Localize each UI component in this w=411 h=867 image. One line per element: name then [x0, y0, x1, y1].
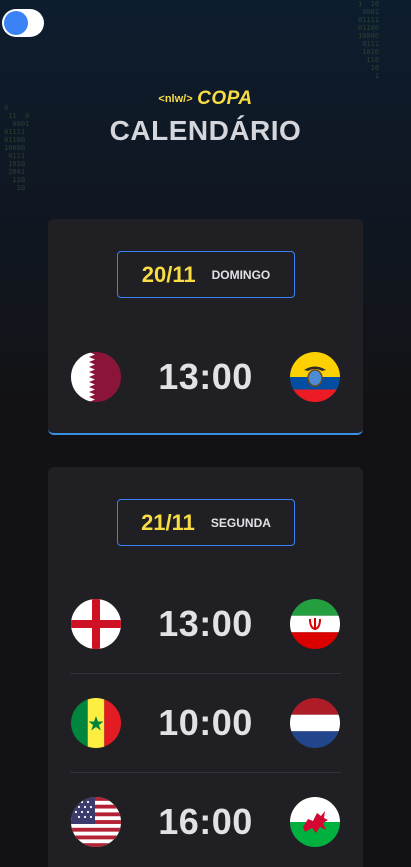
match-time: 10:00 — [158, 702, 253, 743]
ecuador-flag-icon — [289, 351, 340, 402]
netherlands-flag-icon — [289, 698, 340, 748]
england-flag-icon — [71, 598, 121, 649]
match-row: 13:00 — [70, 327, 341, 426]
match-row: 10:00 — [70, 673, 341, 772]
iran-flag-icon — [289, 598, 340, 649]
match-row: 13:00 — [70, 574, 341, 673]
match-row: 16:00 — [70, 772, 341, 867]
toggle-knob[interactable] — [4, 11, 28, 35]
date-box: 20/11 DOMINGO — [117, 251, 295, 298]
usa-flag-icon — [71, 797, 121, 847]
logo: <nlw/> COPA — [0, 88, 411, 110]
day-date: 20/11 — [141, 261, 196, 287]
match-time: 13:00 — [158, 355, 253, 397]
wales-flag-icon — [289, 797, 340, 847]
theme-toggle[interactable] — [2, 9, 44, 37]
logo-tag: <nlw/> — [158, 93, 193, 105]
day-weekday: DOMINGO — [211, 267, 271, 282]
day-card: 21/11 SEGUNDA 13:00 10:00 16:00 — [48, 467, 363, 867]
day-date: 21/11 — [141, 509, 195, 535]
match-time: 13:00 — [158, 602, 253, 644]
qatar-flag-icon — [71, 351, 121, 402]
date-box: 21/11 SEGUNDA — [117, 499, 295, 546]
page-title: CALENDÁRIO — [109, 115, 302, 146]
match-time: 16:00 — [158, 801, 253, 842]
binary-decoration-right: 1 10 0001 01111 01100 10000 0111 1010 11… — [358, 0, 380, 80]
day-card: 20/11 DOMINGO 13:00 — [48, 219, 363, 435]
senegal-flag-icon — [71, 698, 121, 748]
logo-word: COPA — [197, 88, 253, 109]
day-weekday: SEGUNDA — [210, 515, 271, 530]
